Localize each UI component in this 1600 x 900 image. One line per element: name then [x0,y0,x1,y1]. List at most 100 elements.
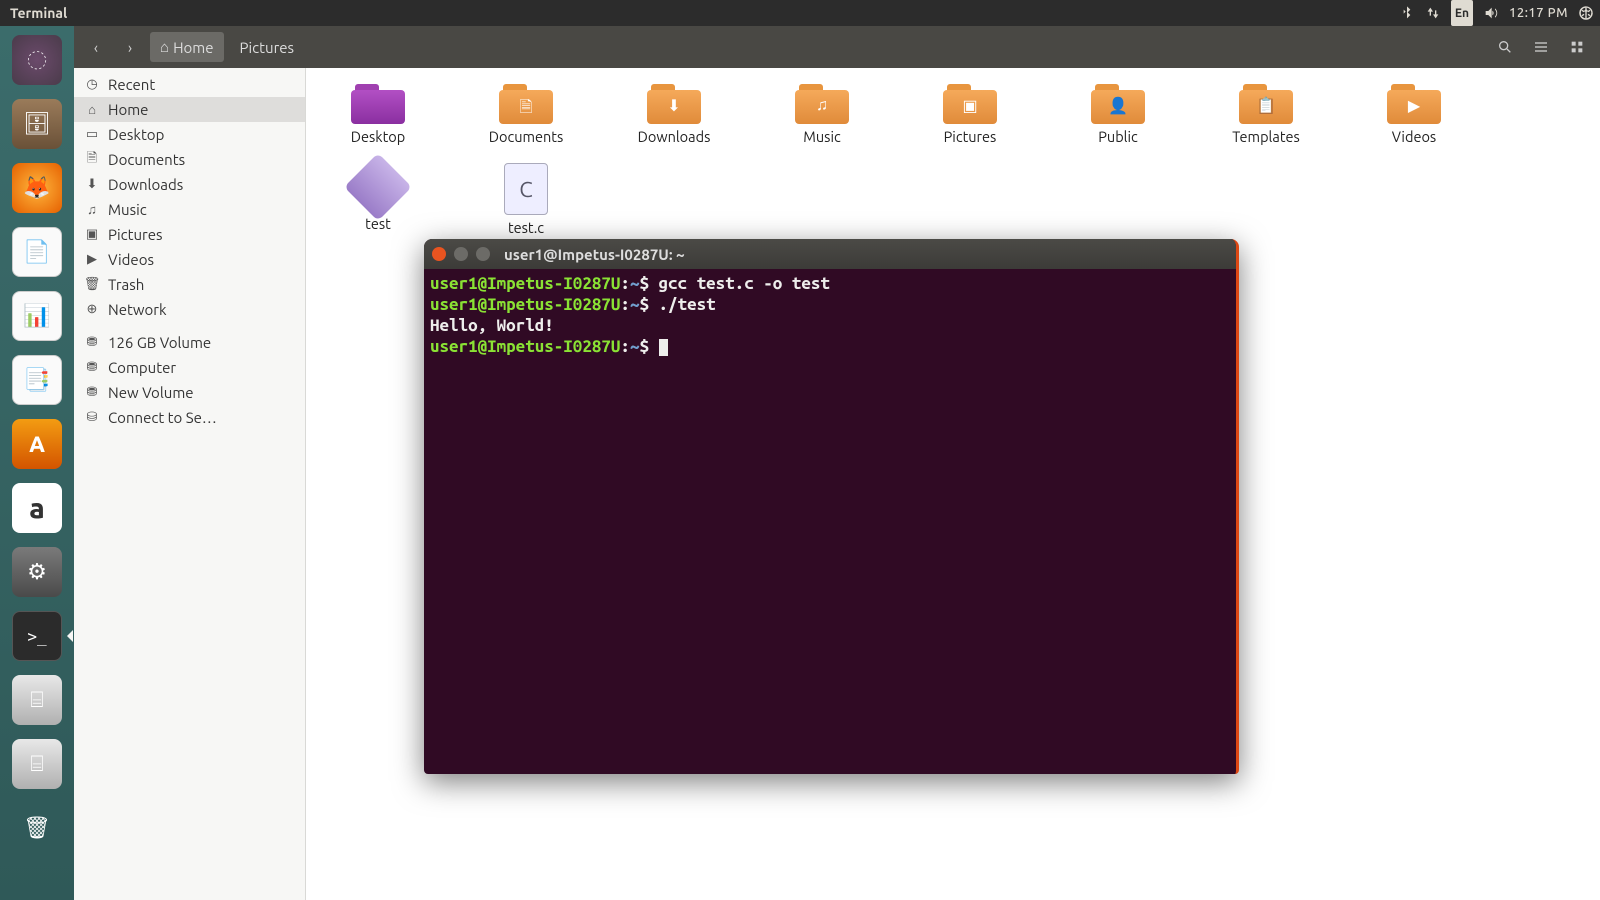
nav-back-button[interactable]: ‹ [82,33,110,61]
launcher-terminal[interactable]: >_ [9,608,65,664]
place-videos[interactable]: ▶ Videos [74,247,305,272]
place-trash[interactable]: 🗑 Trash [74,272,305,297]
file-item-documents[interactable]: 🗎Documents [476,82,576,145]
place-label: New Volume [108,384,194,401]
place-icon: 🗑 [84,277,100,292]
place-label: Recent [108,76,155,93]
terminal-titlebar[interactable]: user1@Impetus-I0287U: ~ [424,239,1236,269]
places-sidebar: ◷ Recent ⌂ Home ▭ Desktop 🗎Documents ⬇ Downloads… [74,68,306,900]
file-label: Pictures [944,128,997,145]
launcher-firefox[interactable]: 🦊 [9,160,65,216]
files-icon: 🗄 [12,99,62,149]
place-desktop[interactable]: ▭ Desktop [74,122,305,147]
place-new-volume[interactable]: ⛃New Volume [74,380,305,405]
folder-badge-icon: ▶ [1408,96,1420,115]
place-126-gb-volume[interactable]: ⛃126 GB Volume [74,330,305,355]
launcher-impress[interactable]: 📑 [9,352,65,408]
path-pictures-label: Pictures [240,39,295,56]
place-music[interactable]: ♫Music [74,197,305,222]
place-icon: 🗎 [84,149,100,171]
place-icon: ⌂ [84,102,100,117]
window-minimize-button[interactable] [454,247,468,261]
file-item-music[interactable]: ♫ Music [772,82,872,145]
place-icon: ⊕ [84,302,100,317]
launcher-drive1[interactable]: ⌸ [9,672,65,728]
file-item-test-c[interactable]: Ctest.c [476,163,576,236]
launcher-amazon[interactable]: a [9,480,65,536]
launcher-writer[interactable]: 📄 [9,224,65,280]
launcher-drive2[interactable]: ⌸ [9,736,65,792]
file-item-templates[interactable]: 📋 Templates [1216,82,1316,145]
place-home[interactable]: ⌂ Home [74,97,305,122]
file-item-pictures[interactable]: ▣ Pictures [920,82,1020,145]
launcher-settings[interactable]: ⚙ [9,544,65,600]
window-close-button[interactable] [432,247,446,261]
calc-icon: 📊 [12,291,62,341]
file-item-desktop[interactable]: Desktop [328,82,428,145]
terminal-body[interactable]: user1@Impetus-I0287U:~$ gcc test.c -o te… [424,269,1236,361]
network-icon[interactable] [1425,0,1441,26]
file-label: Music [803,128,840,145]
place-documents[interactable]: 🗎Documents [74,147,305,172]
terminal-title: user1@Impetus-I0287U: ~ [504,246,685,263]
list-view-button[interactable] [1526,32,1556,62]
file-item-downloads[interactable]: ⬇ Downloads [624,82,724,145]
place-label: Network [108,301,167,318]
place-label: Home [108,101,148,118]
place-icon: ▶ [84,252,100,267]
place-icon: ◷ [84,77,100,92]
place-computer[interactable]: ⛃Computer [74,355,305,380]
place-label: Videos [108,251,154,268]
launcher-calc[interactable]: 📊 [9,288,65,344]
power-icon[interactable] [1578,0,1594,26]
place-connect-to-se-[interactable]: ⛁Connect to Se… [74,405,305,430]
volume-icon[interactable] [1483,0,1499,26]
launcher-files[interactable]: 🗄 [9,96,65,152]
file-icon: 🗎 [499,82,553,124]
place-pictures[interactable]: ▣Pictures [74,222,305,247]
launcher-ubuntu[interactable]: ◌ [9,32,65,88]
launcher-software[interactable]: A [9,416,65,472]
place-icon: ▭ [84,127,100,142]
grid-view-button[interactable] [1562,32,1592,62]
path-home-label: Home [173,39,213,56]
keyboard-layout-indicator[interactable]: En [1451,0,1473,26]
file-label: Downloads [638,128,711,145]
place-label: Downloads [108,176,183,193]
file-item-test[interactable]: test [328,163,428,236]
terminal-window[interactable]: user1@Impetus-I0287U: ~ user1@Impetus-I0… [424,239,1239,774]
file-icon: 📋 [1239,82,1293,124]
file-label: Templates [1232,128,1300,145]
bluetooth-icon[interactable] [1399,0,1415,26]
place-recent[interactable]: ◷ Recent [74,72,305,97]
writer-icon: 📄 [12,227,62,277]
place-label: 126 GB Volume [108,334,211,351]
place-label: Trash [108,276,144,293]
firefox-icon: 🦊 [12,163,62,213]
place-icon: ⬇ [84,177,100,192]
place-label: Connect to Se… [108,409,217,426]
place-label: Pictures [108,226,163,243]
search-button[interactable] [1490,32,1520,62]
launcher-trash[interactable]: 🗑 [9,800,65,856]
file-item-public[interactable]: 👤 Public [1068,82,1168,145]
folder-badge-icon: 👤 [1108,96,1128,115]
place-network[interactable]: ⊕ Network [74,297,305,322]
impress-icon: 📑 [12,355,62,405]
file-icon: ▣ [943,82,997,124]
clock[interactable]: 12:17 PM [1509,0,1568,26]
path-home-button[interactable]: ⌂ Home [150,32,224,62]
window-maximize-button[interactable] [476,247,490,261]
folder-badge-icon: 📋 [1256,96,1276,115]
file-label: Public [1098,128,1138,145]
folder-badge-icon: 🗎 [520,96,533,123]
file-icon: ♫ [795,82,849,124]
file-item-videos[interactable]: ▶Videos [1364,82,1464,145]
nav-forward-button[interactable]: › [116,33,144,61]
place-downloads[interactable]: ⬇ Downloads [74,172,305,197]
place-label: Desktop [108,126,164,143]
files-toolbar: ‹ › ⌂ Home Pictures [74,26,1600,68]
folder-badge-icon: ⬇ [667,96,680,115]
file-label: test.c [508,219,544,236]
path-pictures-button[interactable]: Pictures [230,32,305,62]
